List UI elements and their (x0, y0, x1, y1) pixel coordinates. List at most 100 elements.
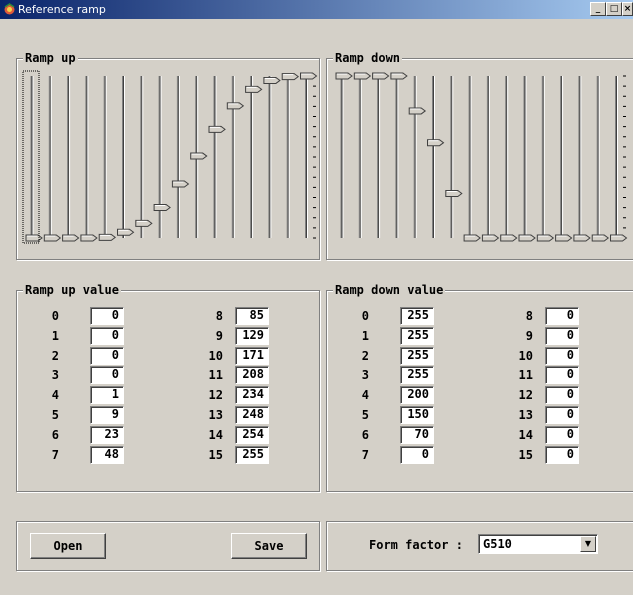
ramp-up-slider-3[interactable] (80, 76, 98, 242)
ramp-up-slider-1[interactable] (43, 76, 62, 242)
value-index-label: 15 (208, 447, 223, 462)
ramp-up-slider-4[interactable] (98, 76, 117, 241)
value-field-11[interactable]: 0 (545, 366, 579, 385)
form-factor-select[interactable]: G510 ▼ (478, 534, 598, 554)
value-field-9[interactable]: 129 (235, 326, 269, 345)
save-button[interactable]: Save (231, 533, 307, 559)
ramp-down-slider-9[interactable] (500, 76, 518, 242)
value-field-3[interactable]: 0 (90, 366, 124, 385)
ramp-up-slider-0[interactable] (25, 76, 43, 242)
ramp-up-group: Ramp up (16, 51, 320, 260)
open-button[interactable]: Open (30, 533, 106, 559)
ramp-down-slider-0[interactable] (335, 72, 353, 238)
value-field-8[interactable]: 0 (545, 307, 579, 325)
value-field-0[interactable]: 255 (400, 307, 434, 325)
ramp-up-slider-5[interactable] (117, 76, 135, 238)
value-field-4[interactable]: 1 (90, 386, 124, 405)
value-field-8[interactable]: 85 (235, 307, 269, 325)
value-field-10[interactable]: 0 (545, 346, 579, 365)
close-button[interactable]: × (622, 2, 633, 16)
minimize-button[interactable]: _ (590, 2, 606, 16)
ramp-up-slider-14[interactable] (281, 73, 300, 238)
value-index-label: 4 (51, 388, 59, 403)
ramp-down-slider-14[interactable] (591, 76, 610, 242)
value-field-5[interactable]: 150 (400, 406, 434, 424)
ramp-down-slider-11[interactable] (536, 76, 555, 242)
ramp-up-slider-12[interactable] (245, 76, 263, 238)
value-field-6[interactable]: 70 (400, 425, 434, 444)
ramp-down-slider-10[interactable] (518, 76, 536, 242)
value-field-2[interactable]: 255 (400, 346, 434, 365)
value-field-14[interactable]: 0 (545, 425, 579, 444)
value-index-label: 8 (525, 309, 533, 323)
value-field-6[interactable]: 23 (90, 425, 124, 444)
value-index-label: 6 (51, 427, 59, 442)
ramp-down-slider-4[interactable] (408, 76, 427, 238)
value-index-label: 3 (51, 368, 59, 383)
ramp-down-slider-1[interactable] (353, 72, 372, 238)
ramp-down-slider-6[interactable] (445, 76, 463, 238)
ramp-up-slider-9[interactable] (190, 76, 208, 238)
value-index-label: 13 (518, 408, 533, 422)
value-index-label: 3 (361, 368, 369, 383)
ramp-down-slider-3[interactable] (390, 72, 408, 238)
value-field-9[interactable]: 0 (545, 326, 579, 345)
value-field-13[interactable]: 0 (545, 406, 579, 424)
value-field-10[interactable]: 171 (235, 346, 269, 365)
value-index-label: 5 (51, 408, 59, 422)
value-field-14[interactable]: 254 (235, 425, 269, 444)
value-field-15[interactable]: 255 (235, 445, 269, 464)
chevron-down-icon[interactable]: ▼ (580, 536, 596, 552)
ramp-up-slider-6[interactable] (135, 76, 153, 238)
value-field-15[interactable]: 0 (545, 445, 579, 464)
ramp-up-slider-7[interactable] (153, 76, 171, 238)
ramp-up-slider-10[interactable] (208, 76, 226, 238)
value-index-label: 11 (208, 368, 223, 383)
value-field-2[interactable]: 0 (90, 346, 124, 365)
value-field-5[interactable]: 9 (90, 406, 124, 424)
value-index-label: 6 (361, 427, 369, 442)
ramp-down-sliders (335, 72, 628, 242)
ramp-up-slider-8[interactable] (171, 76, 190, 238)
ramp-up-value-title: Ramp up value (23, 283, 121, 297)
form-factor-group: Form factor : G510 ▼ (326, 521, 633, 571)
value-index-label: 2 (361, 348, 369, 363)
ramp-up-slider-11[interactable] (226, 76, 245, 238)
value-index-label: 14 (518, 427, 533, 442)
value-index-label: 0 (361, 309, 369, 323)
ramp-down-value-title: Ramp down value (333, 283, 446, 297)
ramp-down-slider-12[interactable] (555, 76, 573, 242)
value-field-1[interactable]: 255 (400, 326, 434, 345)
title-bar: Reference ramp _ □ × (0, 0, 633, 19)
ramp-up-slider-2[interactable] (62, 76, 80, 242)
value-index-label: 13 (208, 408, 223, 422)
value-field-7[interactable]: 0 (400, 445, 434, 464)
ramp-down-slider-8[interactable] (481, 76, 500, 242)
ramp-down-slider-2[interactable] (372, 72, 390, 238)
ramp-down-slider-7[interactable] (463, 76, 481, 242)
value-index-label: 1 (51, 328, 59, 343)
ramp-down-slider-5[interactable] (427, 76, 445, 238)
value-index-label: 12 (518, 388, 533, 403)
value-field-12[interactable]: 234 (235, 386, 269, 405)
value-index-label: 10 (208, 348, 223, 363)
value-index-label: 11 (518, 368, 533, 383)
value-field-13[interactable]: 248 (235, 406, 269, 424)
value-index-label: 14 (208, 427, 223, 442)
ramp-up-value-group: Ramp up value 0 0 1 0 2 0 3 0 4 1 5 9 6 23 7 48 8 85 9 129 1… (16, 283, 320, 492)
ramp-up-slider-15[interactable] (300, 72, 318, 238)
value-field-1[interactable]: 0 (90, 326, 124, 345)
value-field-4[interactable]: 200 (400, 386, 434, 405)
value-index-label: 7 (51, 447, 59, 462)
maximize-button[interactable]: □ (606, 2, 622, 16)
ramp-down-slider-13[interactable] (573, 76, 591, 242)
value-field-0[interactable]: 0 (90, 307, 124, 325)
ramp-up-slider-13[interactable] (263, 76, 281, 238)
ramp-down-slider-15[interactable] (610, 76, 628, 242)
value-field-11[interactable]: 208 (235, 366, 269, 385)
value-field-3[interactable]: 255 (400, 366, 434, 385)
value-field-12[interactable]: 0 (545, 386, 579, 405)
value-index-label: 4 (361, 388, 369, 403)
value-field-7[interactable]: 48 (90, 445, 124, 464)
value-index-label: 9 (525, 328, 533, 343)
